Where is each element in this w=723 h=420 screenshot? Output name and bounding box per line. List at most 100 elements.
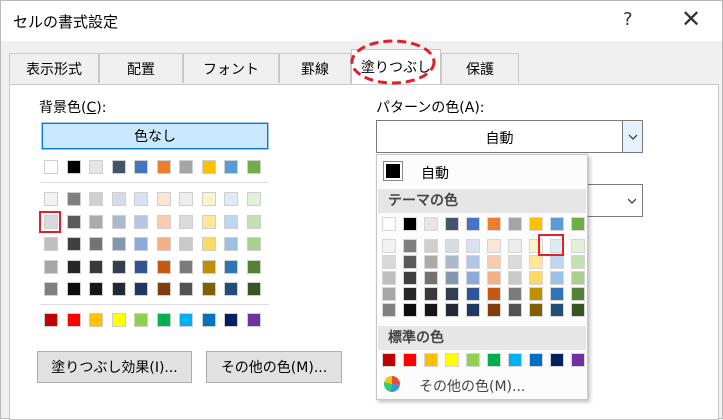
color-swatch[interactable]: [201, 192, 216, 206]
color-swatch[interactable]: [44, 313, 58, 327]
color-swatch[interactable]: [445, 255, 459, 269]
color-swatch[interactable]: [424, 271, 438, 285]
color-swatch[interactable]: [508, 287, 522, 301]
color-swatch[interactable]: [134, 282, 148, 296]
color-swatch[interactable]: [424, 303, 438, 317]
color-swatch[interactable]: [111, 214, 126, 229]
color-swatch[interactable]: [111, 282, 126, 296]
color-swatch[interactable]: [66, 313, 81, 327]
color-swatch[interactable]: [466, 287, 480, 301]
color-swatch[interactable]: [156, 160, 171, 174]
color-swatch[interactable]: [529, 303, 543, 317]
pattern-color-select[interactable]: 自動: [376, 120, 643, 153]
close-button[interactable]: ✕: [681, 5, 701, 33]
color-swatch[interactable]: [424, 239, 438, 253]
color-swatch[interactable]: [487, 239, 501, 253]
color-swatch[interactable]: [89, 282, 103, 296]
color-swatch[interactable]: [424, 287, 438, 301]
color-swatch[interactable]: [445, 239, 459, 253]
color-swatch[interactable]: [179, 259, 193, 274]
no-color-button[interactable]: 色なし: [41, 122, 269, 150]
color-swatch[interactable]: [382, 217, 396, 231]
color-swatch[interactable]: [529, 287, 543, 301]
color-swatch[interactable]: [246, 192, 261, 206]
color-swatch[interactable]: [246, 259, 261, 274]
color-swatch[interactable]: [44, 192, 58, 206]
color-swatch[interactable]: [487, 303, 501, 317]
color-swatch[interactable]: [487, 271, 501, 285]
color-swatch[interactable]: [466, 255, 480, 269]
color-swatch[interactable]: [487, 255, 501, 269]
color-swatch[interactable]: [179, 160, 193, 174]
color-swatch[interactable]: [224, 160, 238, 174]
color-swatch[interactable]: [550, 303, 564, 317]
color-swatch[interactable]: [179, 214, 193, 229]
color-swatch[interactable]: [550, 287, 564, 301]
tab-number-format[interactable]: 表示形式: [9, 53, 99, 83]
color-swatch[interactable]: [66, 237, 81, 251]
color-swatch[interactable]: [445, 217, 459, 231]
color-swatch[interactable]: [201, 259, 216, 274]
color-swatch[interactable]: [201, 237, 216, 251]
color-swatch[interactable]: [382, 287, 396, 301]
color-swatch[interactable]: [382, 353, 396, 367]
color-swatch[interactable]: [111, 259, 126, 274]
color-swatch[interactable]: [382, 303, 396, 317]
color-swatch[interactable]: [156, 259, 171, 274]
color-swatch[interactable]: [403, 239, 417, 253]
color-swatch[interactable]: [529, 271, 543, 285]
auto-color-option[interactable]: 自動: [421, 163, 449, 183]
color-swatch[interactable]: [224, 282, 238, 296]
color-swatch[interactable]: [508, 239, 522, 253]
color-swatch[interactable]: [89, 214, 103, 229]
color-swatch[interactable]: [134, 313, 148, 327]
color-swatch[interactable]: [246, 214, 261, 229]
color-swatch[interactable]: [89, 259, 103, 274]
color-swatch[interactable]: [550, 217, 564, 231]
color-swatch[interactable]: [111, 313, 126, 327]
color-swatch[interactable]: [508, 271, 522, 285]
color-swatch[interactable]: [224, 192, 238, 206]
color-swatch[interactable]: [66, 282, 81, 296]
color-swatch[interactable]: [156, 282, 171, 296]
color-swatch[interactable]: [571, 353, 585, 367]
color-swatch[interactable]: [179, 192, 193, 206]
color-swatch[interactable]: [424, 255, 438, 269]
color-swatch[interactable]: [66, 214, 81, 229]
color-swatch[interactable]: [487, 217, 501, 231]
color-swatch[interactable]: [89, 160, 103, 174]
color-swatch[interactable]: [179, 313, 193, 327]
color-swatch[interactable]: [466, 217, 480, 231]
color-swatch[interactable]: [134, 214, 148, 229]
chevron-down-icon[interactable]: [622, 121, 642, 152]
more-colors-button[interactable]: その他の色(M)...: [206, 351, 342, 383]
chevron-down-icon[interactable]: [622, 185, 642, 216]
color-swatch[interactable]: [550, 353, 564, 367]
color-swatch[interactable]: [44, 282, 58, 296]
color-swatch[interactable]: [487, 287, 501, 301]
help-button[interactable]: ?: [623, 9, 633, 30]
color-swatch[interactable]: [44, 259, 58, 274]
color-swatch[interactable]: [156, 214, 171, 229]
auto-color-swatch[interactable]: [383, 161, 403, 181]
color-swatch[interactable]: [403, 255, 417, 269]
color-swatch[interactable]: [224, 259, 238, 274]
color-swatch[interactable]: [571, 217, 585, 231]
color-swatch[interactable]: [134, 192, 148, 206]
color-swatch[interactable]: [445, 353, 459, 367]
color-swatch[interactable]: [508, 217, 522, 231]
color-swatch[interactable]: [445, 271, 459, 285]
color-swatch[interactable]: [571, 303, 585, 317]
dropdown-more-colors-option[interactable]: その他の色(M)...: [419, 376, 525, 396]
color-swatch[interactable]: [89, 313, 103, 327]
color-swatch[interactable]: [529, 217, 543, 231]
color-swatch[interactable]: [224, 214, 238, 229]
color-swatch[interactable]: [529, 353, 543, 367]
color-swatch[interactable]: [224, 237, 238, 251]
color-swatch[interactable]: [134, 237, 148, 251]
color-swatch[interactable]: [201, 313, 216, 327]
color-swatch[interactable]: [246, 237, 261, 251]
color-swatch[interactable]: [403, 353, 417, 367]
color-swatch[interactable]: [224, 313, 238, 327]
color-swatch[interactable]: [134, 259, 148, 274]
